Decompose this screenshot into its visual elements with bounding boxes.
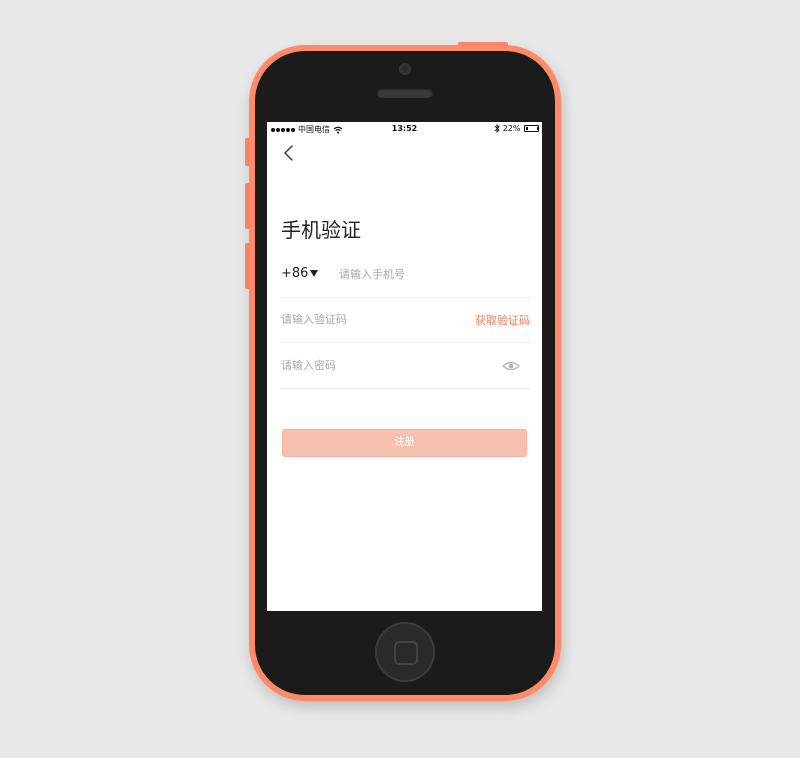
status-bar-right: 22% [494, 124, 539, 133]
register-button[interactable]: 注册 [282, 429, 527, 457]
page-title: 手机验证 [281, 218, 361, 242]
verification-code-row: 获取验证码 [281, 298, 530, 343]
caret-down-icon [310, 270, 319, 277]
home-button-square [394, 641, 418, 665]
country-code-label: +86 [281, 266, 309, 281]
front-camera [399, 63, 411, 75]
back-button[interactable] [281, 144, 297, 162]
status-bar: 中国电信 13:52 22% [267, 122, 542, 136]
phone-row: +86 [281, 253, 530, 298]
chevron-left-icon [284, 145, 293, 161]
phone-input[interactable] [339, 263, 524, 285]
battery-percent: 22% [502, 124, 521, 133]
battery-fill [525, 127, 529, 130]
bluetooth-icon [494, 124, 500, 133]
verification-code-input[interactable] [281, 308, 451, 330]
get-code-button[interactable]: 获取验证码 [475, 312, 530, 328]
stage: 中国电信 13:52 22% 手机验证 +86 请输入手机号 请输入验证码 获取… [0, 0, 800, 758]
earpiece-speaker [377, 88, 433, 98]
password-row [281, 344, 530, 389]
battery-icon [523, 125, 539, 132]
home-button [375, 622, 435, 682]
eye-icon[interactable] [502, 360, 520, 372]
phone-screen: 中国电信 13:52 22% 手机验证 +86 请输入手机号 请输入验证码 获取… [267, 122, 542, 611]
country-code-select[interactable]: +86 [281, 266, 319, 281]
password-input[interactable] [281, 354, 481, 376]
